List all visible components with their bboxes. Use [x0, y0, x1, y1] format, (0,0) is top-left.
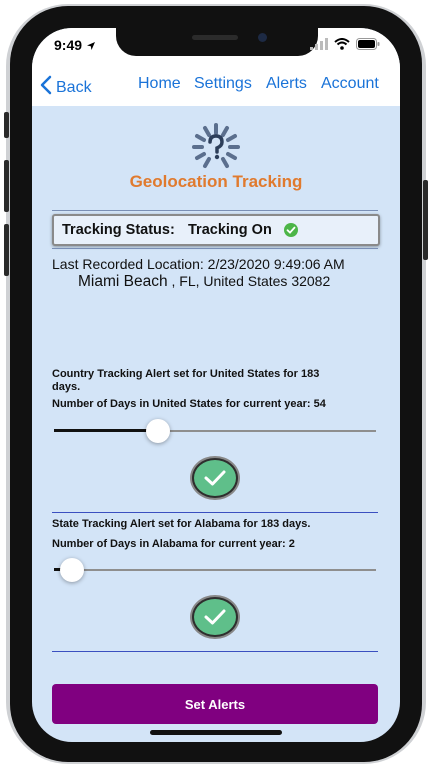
- back-label: Back: [56, 78, 92, 96]
- back-button[interactable]: Back: [40, 75, 92, 100]
- tracking-status-value: Tracking On: [188, 222, 272, 238]
- volume-down-button: [4, 224, 9, 276]
- divider: [52, 512, 378, 513]
- country-confirm-button[interactable]: [190, 456, 240, 500]
- app-screen: 9:49 Back Home Settings Alerts Account G…: [32, 28, 400, 742]
- system-icons: [310, 37, 380, 55]
- check-circle-icon: [192, 597, 238, 637]
- divider: [52, 248, 378, 249]
- clock: 9:49: [54, 37, 96, 54]
- slider-thumb[interactable]: [146, 419, 171, 443]
- status-bar: 9:49: [32, 28, 400, 62]
- location-city: Miami Beach: [78, 273, 168, 290]
- set-alerts-button[interactable]: Set Alerts: [52, 684, 378, 724]
- battery-icon: [356, 37, 380, 55]
- notch: [116, 28, 318, 56]
- nav-alerts[interactable]: Alerts: [266, 75, 307, 93]
- speaker: [192, 35, 238, 40]
- geolocation-logo-icon: [190, 122, 242, 175]
- state-days-slider[interactable]: [54, 558, 376, 582]
- nav-account[interactable]: Account: [321, 75, 379, 93]
- power-button: [423, 180, 428, 260]
- nav-settings[interactable]: Settings: [194, 75, 252, 93]
- navigation-bar: Back Home Settings Alerts Account: [32, 62, 400, 106]
- main-content: Geolocation Tracking Tracking Status: Tr…: [32, 106, 400, 742]
- volume-up-button: [4, 160, 9, 212]
- country-days-text: Number of Days in United States for curr…: [52, 398, 326, 410]
- tracking-status-box: Tracking Status: Tracking On: [52, 214, 380, 246]
- country-days-slider[interactable]: [54, 419, 376, 443]
- location-prefix: Last Recorded Location: 2/23/2020 9:49:0…: [52, 256, 345, 272]
- camera: [258, 33, 267, 42]
- mute-switch: [4, 112, 9, 138]
- slider-track: [54, 569, 376, 571]
- divider: [52, 210, 378, 211]
- wifi-icon: [334, 37, 350, 55]
- location-arrow-icon: [86, 38, 96, 54]
- country-alert-text: Country Tracking Alert set for United St…: [52, 368, 320, 393]
- check-circle-icon: [192, 458, 238, 498]
- slider-fill: [54, 429, 159, 432]
- slider-thumb[interactable]: [59, 558, 84, 582]
- state-days-text: Number of Days in Alabama for current ye…: [52, 538, 295, 550]
- state-alert-text: State Tracking Alert set for Alabama for…: [52, 518, 311, 530]
- state-confirm-button[interactable]: [190, 595, 240, 639]
- location-suffix: , FL, United States 32082: [171, 273, 331, 289]
- divider: [52, 651, 378, 652]
- home-indicator: [150, 730, 282, 735]
- last-location-text: Last Recorded Location: 2/23/2020 9:49:0…: [52, 256, 372, 290]
- page-title: Geolocation Tracking: [129, 172, 303, 191]
- signal-icon: [310, 37, 328, 55]
- tracking-status-label: Tracking Status:: [62, 222, 175, 238]
- nav-home[interactable]: Home: [138, 75, 181, 93]
- check-circle-icon: [284, 223, 298, 237]
- chevron-left-icon: [40, 75, 52, 100]
